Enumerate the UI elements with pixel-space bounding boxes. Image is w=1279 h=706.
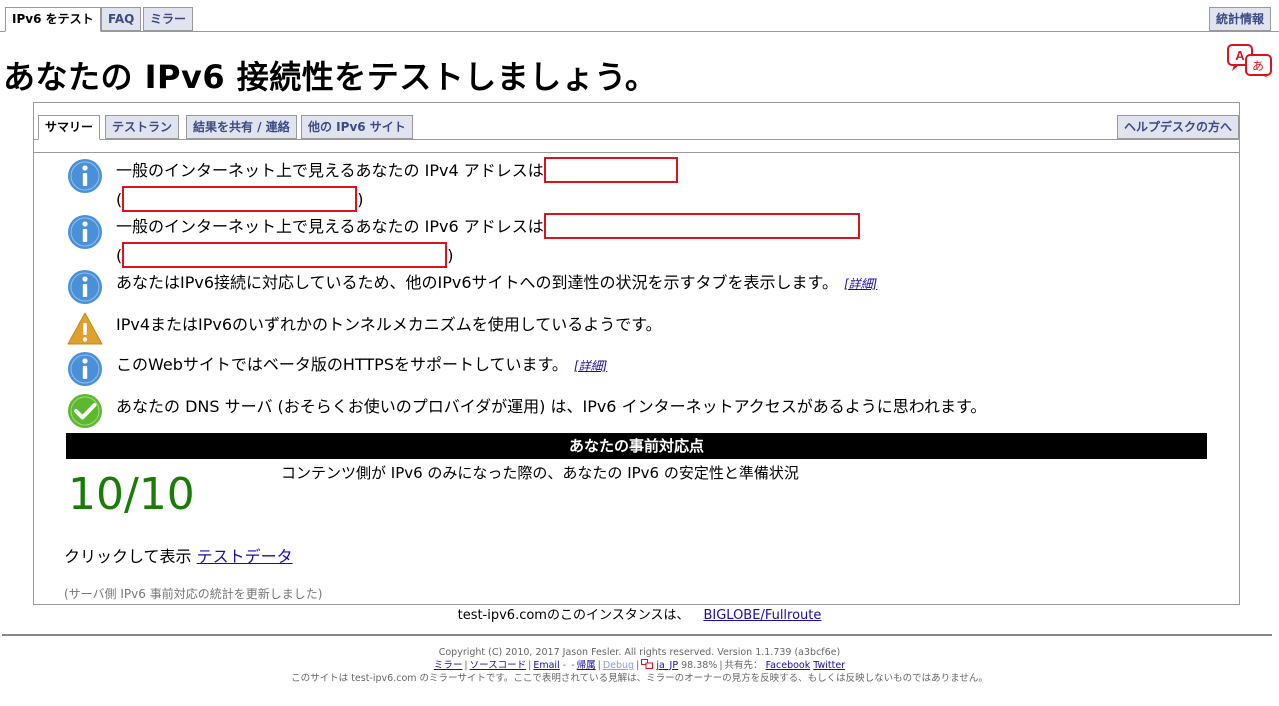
footer-twitter-link[interactable]: Twitter	[813, 660, 845, 671]
footer-divider	[2, 634, 1272, 636]
redacted-ipv4	[543, 157, 678, 183]
footer-attrib-link[interactable]: 帰属	[577, 660, 596, 671]
mirror-disclaimer: このサイトは test-ipv6.com のミラーサイトです。ここで表明されてい…	[291, 673, 988, 684]
tab-share-contact[interactable]: 結果を共有 / 連絡	[186, 115, 297, 139]
footer-source-link[interactable]: ソースコード	[470, 660, 527, 671]
result-text: あなたの DNS サーバ (おそらくお使いのプロバイダが運用) は、IPv6 イ…	[116, 397, 987, 416]
tab-other-ipv6-sites[interactable]: 他の IPv6 サイト	[301, 115, 413, 139]
info-icon	[68, 270, 102, 304]
redacted-ipv4-host	[122, 186, 358, 212]
server-stats-note: (サーバ側 IPv6 事前対応の統計を更新しました)	[64, 587, 323, 601]
footer-mirror-link[interactable]: ミラー	[434, 660, 463, 671]
svg-text:あ: あ	[1252, 59, 1264, 73]
result-text: IPv4またはIPv6のいずれかのトンネルメカニズムを使用しているようです。	[116, 315, 662, 334]
details-link[interactable]: [詳細]	[574, 359, 607, 373]
warning-icon	[67, 312, 103, 345]
info-icon	[68, 159, 102, 193]
readiness-score: 10/10	[68, 469, 195, 520]
results-panel: サマリー テストラン 結果を共有 / 連絡 他の IPv6 サイト ヘルプデスク…	[33, 102, 1240, 605]
tab-testrun[interactable]: テストラン	[105, 115, 180, 139]
footer-email-link[interactable]: Email	[533, 660, 559, 671]
redacted-ipv6	[543, 213, 860, 239]
tab-mirror[interactable]: ミラー	[143, 7, 194, 31]
tab-summary[interactable]: サマリー	[38, 115, 101, 140]
tab-test-ipv6[interactable]: IPv6 をテスト	[5, 7, 101, 32]
tab-helpdesk[interactable]: ヘルプデスクの方へ	[1117, 115, 1240, 139]
footer-links: ミラー | ソースコード | Email - - 帰属 | Debug | ja_JP 98.3…	[433, 659, 846, 671]
top-tab-bar: IPv6 をテスト FAQ ミラー 統計情報	[0, 0, 1279, 32]
tab-divider	[34, 139, 1239, 140]
footer-lang-link[interactable]: ja_JP	[656, 660, 678, 671]
tab-faq[interactable]: FAQ	[101, 7, 142, 31]
details-link[interactable]: [詳細]	[844, 277, 877, 291]
test-data-link[interactable]: テストデータ	[197, 547, 293, 566]
translate-icon	[641, 659, 654, 669]
svg-text:A: A	[1235, 48, 1245, 63]
result-text: このWebサイトではベータ版のHTTPSをサポートしています。	[116, 355, 568, 374]
result-text: 一般のインターネット上で見えるあなたの IPv6 アドレスは	[116, 217, 544, 236]
show-test-data: クリックして表示 テストデータ	[64, 547, 293, 566]
page-title: あなたの IPv6 接続性をテストしましょう。	[3, 58, 658, 96]
footer-facebook-link[interactable]: Facebook	[766, 660, 811, 671]
redacted-ipv6-host	[122, 242, 448, 268]
score-header: あなたの事前対応点	[66, 433, 1207, 459]
footer-debug-link[interactable]: Debug	[603, 660, 634, 671]
instance-link[interactable]: BIGLOBE/Fullroute	[703, 608, 821, 623]
copyright: Copyright (C) 2010, 2017 Jason Fesler. A…	[438, 647, 841, 658]
score-description: コンテンツ側が IPv6 のみになった際の、あなたの IPv6 の安定性と準備状…	[281, 464, 799, 482]
info-icon	[68, 215, 102, 249]
check-icon	[68, 394, 102, 428]
tab-stats[interactable]: 統計情報	[1209, 7, 1272, 31]
result-text: 一般のインターネット上で見えるあなたの IPv4 アドレスは	[116, 161, 544, 180]
info-icon	[68, 352, 102, 386]
footer: Copyright (C) 2010, 2017 Jason Fesler. A…	[0, 646, 1279, 685]
instance-info: test-ipv6.comのこのインスタンスは、 BIGLOBE/Fullrout…	[457, 608, 822, 623]
translate-icon[interactable]: A あ	[1227, 44, 1273, 78]
result-text: あなたはIPv6接続に対応しているため、他のIPv6サイトへの到達性の状況を示す…	[116, 273, 838, 292]
sub-tab-bar: サマリー テストラン 結果を共有 / 連絡 他の IPv6 サイト ヘルプデスク…	[34, 103, 1240, 153]
